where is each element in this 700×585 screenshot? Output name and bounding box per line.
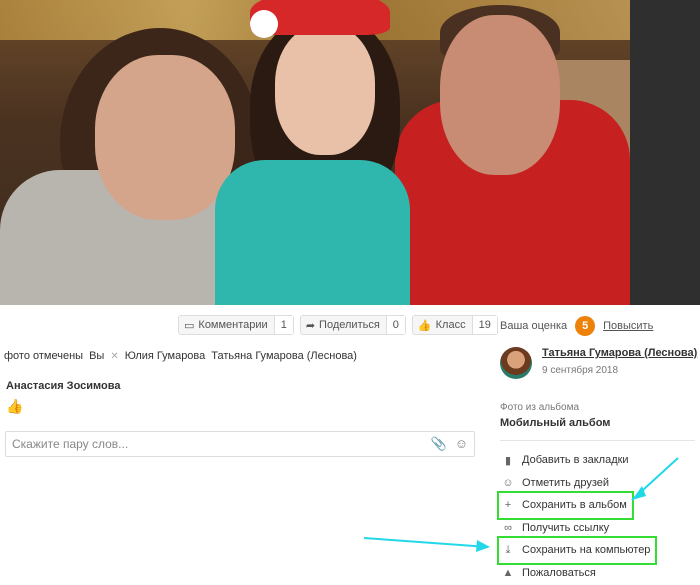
menu-item-label: Добавить в закладки	[522, 454, 629, 467]
download-icon: ⤓	[505, 543, 511, 556]
rating-badge: 5	[575, 316, 596, 336]
share-icon: ➦	[305, 319, 316, 332]
person-2-body	[215, 160, 410, 305]
tagged-people: фото отмечены Вы ✕ Юлия Гумарова Татьяна…	[4, 350, 357, 362]
comment-input[interactable]	[6, 432, 406, 456]
person-1-face	[95, 55, 235, 220]
bookmark-icon: ▮	[504, 454, 512, 467]
plus-icon: +	[504, 499, 512, 512]
tag-person[interactable]: Татьяна Гумарова (Леснова)	[211, 350, 357, 362]
like-count: 19	[471, 316, 497, 334]
menu-item-label: Отметить друзей	[522, 476, 610, 489]
link-icon: ∞	[504, 521, 512, 534]
menu-item-report[interactable]: ▲ Пожаловаться	[500, 562, 700, 585]
attach-icon[interactable]: 📎	[431, 436, 447, 452]
tag-person-icon: ☺	[502, 476, 514, 489]
comments-count: 1	[273, 316, 293, 334]
comment-author[interactable]: Анастасия Зосимова	[6, 380, 120, 392]
avatar[interactable]	[500, 347, 532, 379]
album-label: Фото из альбома	[500, 402, 580, 413]
author-name[interactable]: Татьяна Гумарова (Леснова)	[542, 347, 697, 359]
person-2-face	[275, 25, 375, 155]
share-label: Поделиться	[319, 319, 380, 331]
like-label: Класс	[435, 319, 466, 331]
remove-tag-icon[interactable]: ✕	[110, 351, 118, 362]
raise-rating-link[interactable]: Повысить	[603, 320, 653, 332]
share-button[interactable]: ➦ Поделиться 0	[299, 315, 406, 335]
photo-menu: ▮ Добавить в закладки ☺ Отметить друзей …	[496, 449, 700, 585]
emoji-icon[interactable]: ☺	[455, 436, 468, 452]
santa-hat-pompom	[250, 10, 278, 38]
author-block: Татьяна Гумарова (Леснова) 9 сентября 20…	[500, 347, 697, 379]
warning-icon: ▲	[502, 566, 514, 579]
rating-row: Ваша оценка 5 Повысить	[500, 316, 653, 336]
viewer-side-panel	[630, 0, 700, 305]
photo-actions: ▭ Комментарии 1 ➦ Поделиться 0 👍 Класс 19	[178, 315, 498, 335]
share-count: 0	[385, 316, 405, 334]
tag-person[interactable]: Юлия Гумарова	[125, 350, 206, 362]
album-name[interactable]: Мобильный альбом	[500, 417, 610, 429]
arrow-head-save-computer	[476, 540, 490, 552]
comments-button[interactable]: ▭ Комментарии 1	[178, 315, 294, 335]
menu-item-tag-friends[interactable]: ☺ Отметить друзей	[500, 472, 700, 495]
like-button[interactable]: 👍 Класс 19	[411, 315, 498, 335]
menu-item-get-link[interactable]: ∞ Получить ссылку	[500, 517, 700, 540]
menu-item-label: Пожаловаться	[522, 566, 596, 579]
person-3-face	[440, 15, 560, 175]
comment-box: 📎 ☺	[5, 431, 475, 457]
menu-item-save-to-computer[interactable]: ⤓ Сохранить на компьютер	[496, 536, 658, 565]
arrow-to-save-computer	[363, 537, 489, 548]
comments-label: Комментарии	[198, 319, 268, 331]
menu-item-label: Сохранить на компьютер	[522, 544, 651, 557]
divider	[500, 440, 695, 441]
menu-item-label: Получить ссылку	[522, 521, 610, 534]
menu-item-bookmark[interactable]: ▮ Добавить в закладки	[500, 449, 700, 472]
rating-label: Ваша оценка	[500, 320, 568, 332]
comment-icon: ▭	[184, 319, 195, 332]
menu-item-label: Сохранить в альбом	[522, 499, 627, 512]
photo-viewer[interactable]	[0, 0, 630, 305]
thumbs-up-icon: 👍	[417, 319, 432, 332]
tag-you[interactable]: Вы	[89, 350, 104, 362]
upload-date: 9 сентября 2018	[542, 365, 619, 376]
tags-prefix: фото отмечены	[4, 350, 84, 362]
menu-item-save-to-album[interactable]: + Сохранить в альбом	[497, 491, 634, 520]
comment-reaction: 👍	[6, 398, 24, 414]
